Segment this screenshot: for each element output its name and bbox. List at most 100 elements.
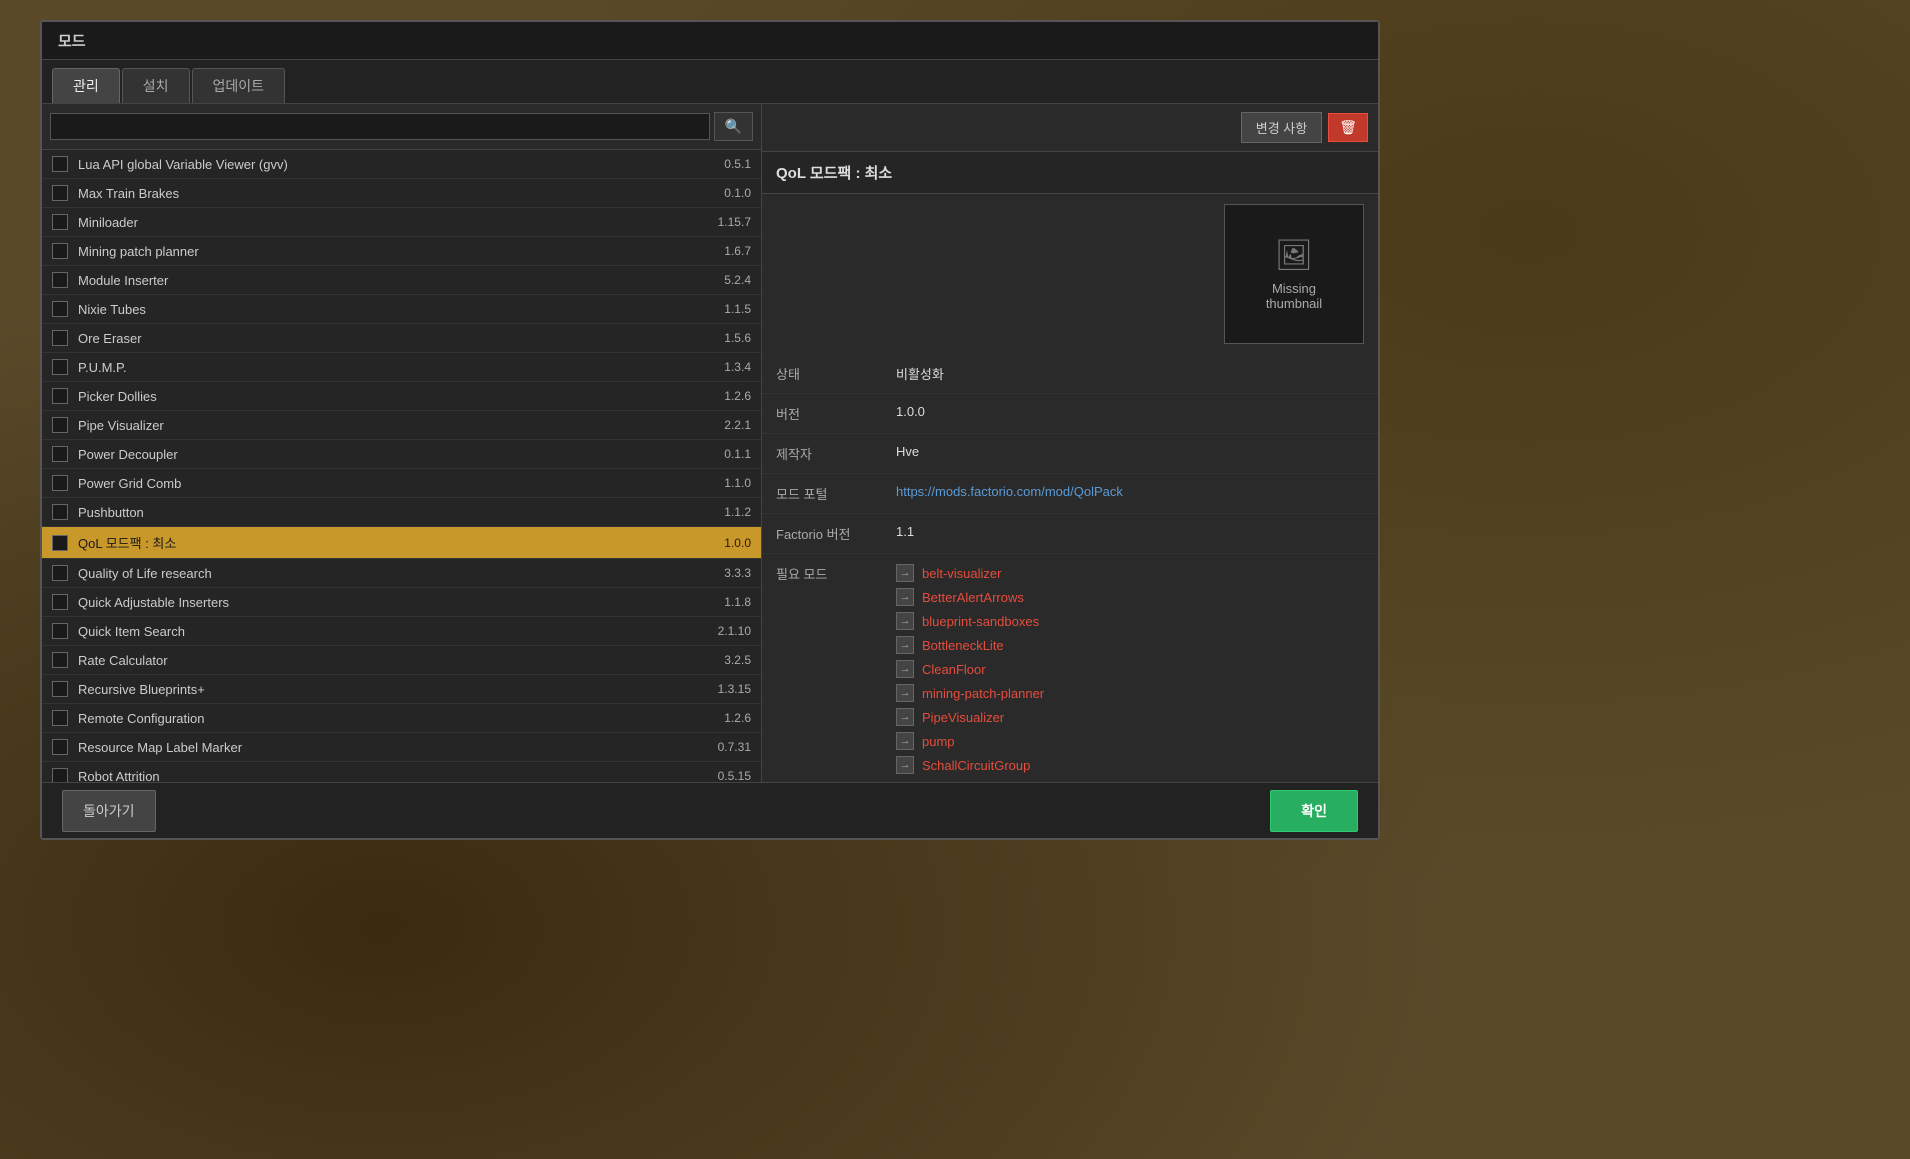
mod-name: Rate Calculator bbox=[78, 653, 714, 668]
mod-name: Quick Item Search bbox=[78, 624, 708, 639]
mod-checkbox[interactable] bbox=[52, 565, 68, 581]
dep-arrow-icon: → bbox=[896, 708, 914, 726]
mod-checkbox[interactable] bbox=[52, 359, 68, 375]
mod-name: Quick Adjustable Inserters bbox=[78, 595, 714, 610]
tab-manage[interactable]: 관리 bbox=[52, 68, 120, 103]
mod-checkbox[interactable] bbox=[52, 417, 68, 433]
mod-checkbox[interactable] bbox=[52, 681, 68, 697]
mod-list-item[interactable]: Rate Calculator 3.2.5 bbox=[42, 646, 761, 675]
mod-version: 1.1.5 bbox=[724, 302, 751, 316]
mod-name: Ore Eraser bbox=[78, 331, 714, 346]
detail-label: 상태 bbox=[762, 354, 882, 394]
right-toolbar: 변경 사항 🗑 bbox=[762, 104, 1378, 152]
detail-row: 버전1.0.0 bbox=[762, 394, 1378, 434]
tab-install[interactable]: 설치 bbox=[122, 68, 190, 103]
mod-list-item[interactable]: Quick Adjustable Inserters1.1.8 bbox=[42, 588, 761, 617]
mod-name: Remote Configuration bbox=[78, 711, 714, 726]
confirm-button[interactable]: 확인 bbox=[1270, 790, 1358, 832]
mod-list-item[interactable]: Recursive Blueprints+1.3.15 bbox=[42, 675, 761, 704]
mod-list-item[interactable]: Nixie Tubes1.1.5 bbox=[42, 295, 761, 324]
dep-item: →mining-patch-planner bbox=[896, 684, 1364, 702]
search-button[interactable]: 🔍 bbox=[714, 112, 753, 141]
mod-list-item[interactable]: Miniloader1.15.7 bbox=[42, 208, 761, 237]
dep-item: →belt-visualizer bbox=[896, 564, 1364, 582]
delete-button[interactable]: 🗑 bbox=[1328, 113, 1368, 142]
mod-checkbox[interactable] bbox=[52, 388, 68, 404]
dep-arrow-icon: → bbox=[896, 732, 914, 750]
detail-value: Hve bbox=[882, 434, 1378, 474]
dep-name: PipeVisualizer bbox=[922, 710, 1004, 725]
mod-checkbox[interactable] bbox=[52, 739, 68, 755]
dep-name: SchallCircuitGroup bbox=[922, 758, 1030, 773]
mod-checkbox[interactable] bbox=[52, 594, 68, 610]
mod-version: 1.5.6 bbox=[724, 331, 751, 345]
mod-list-item[interactable]: Power Decoupler0.1.1 bbox=[42, 440, 761, 469]
dep-item: →blueprint-sandboxes bbox=[896, 612, 1364, 630]
back-button[interactable]: 돌아가기 bbox=[62, 790, 156, 832]
mod-checkbox[interactable] bbox=[52, 214, 68, 230]
mod-list-item[interactable]: QoL 모드팩 : 최소1.0.0 bbox=[42, 527, 761, 559]
dep-arrow-icon: → bbox=[896, 588, 914, 606]
mod-detail-title: QoL 모드팩 : 최소 bbox=[762, 152, 1378, 194]
detail-row: 필요 모드→belt-visualizer→BetterAlertArrows→… bbox=[762, 554, 1378, 791]
mod-list-item[interactable]: Pushbutton1.1.2 bbox=[42, 498, 761, 527]
mod-version: 0.7.31 bbox=[718, 740, 751, 754]
mod-list-item[interactable]: Module Inserter 5.2.4 bbox=[42, 266, 761, 295]
mod-list-item[interactable]: Picker Dollies1.2.6 bbox=[42, 382, 761, 411]
mod-list-item[interactable]: Mining patch planner1.6.7 bbox=[42, 237, 761, 266]
mod-list-item[interactable]: Resource Map Label Marker0.7.31 bbox=[42, 733, 761, 762]
detail-link[interactable]: https://mods.factorio.com/mod/QolPack bbox=[896, 484, 1123, 499]
mod-name: P.U.M.P. bbox=[78, 360, 714, 375]
mod-list-item[interactable]: Max Train Brakes0.1.0 bbox=[42, 179, 761, 208]
mod-checkbox[interactable] bbox=[52, 535, 68, 551]
mod-list: Lua API global Variable Viewer (gvv) 0.5.… bbox=[42, 150, 761, 820]
mod-checkbox[interactable] bbox=[52, 243, 68, 259]
mod-checkbox[interactable] bbox=[52, 156, 68, 172]
mod-checkbox[interactable] bbox=[52, 623, 68, 639]
mod-list-item[interactable]: Quality of Life research3.3.3 bbox=[42, 559, 761, 588]
mod-checkbox[interactable] bbox=[52, 272, 68, 288]
mod-version: 5.2.4 bbox=[724, 273, 751, 287]
mod-version: 1.3.15 bbox=[718, 682, 751, 696]
detail-label: 필요 모드 bbox=[762, 554, 882, 791]
detail-value: 비활성화 bbox=[882, 354, 1378, 394]
detail-table: 상태비활성화버전1.0.0제작자Hve모드 포털https://mods.fac… bbox=[762, 354, 1378, 791]
mod-checkbox[interactable] bbox=[52, 710, 68, 726]
mod-name: Module Inserter bbox=[78, 273, 714, 288]
mod-list-item[interactable]: Lua API global Variable Viewer (gvv) 0.5.… bbox=[42, 150, 761, 179]
tab-update[interactable]: 업데이트 bbox=[192, 68, 286, 103]
mod-list-item[interactable]: Power Grid Comb1.1.0 bbox=[42, 469, 761, 498]
detail-label: 버전 bbox=[762, 394, 882, 434]
mod-checkbox[interactable] bbox=[52, 504, 68, 520]
mod-list-item[interactable]: Pipe Visualizer2.2.1 bbox=[42, 411, 761, 440]
mod-list-item[interactable]: P.U.M.P.1.3.4 bbox=[42, 353, 761, 382]
dep-item: →SchallCircuitGroup bbox=[896, 756, 1364, 774]
mod-version: 0.1.1 bbox=[724, 447, 751, 461]
mod-version: 0.1.0 bbox=[724, 186, 751, 200]
mod-list-item[interactable]: Ore Eraser 1.5.6 bbox=[42, 324, 761, 353]
main-content: 🔍 Lua API global Variable Viewer (gvv) 0.… bbox=[42, 104, 1378, 820]
dep-name: belt-visualizer bbox=[922, 566, 1001, 581]
change-button[interactable]: 변경 사항 bbox=[1241, 112, 1322, 143]
mod-checkbox[interactable] bbox=[52, 185, 68, 201]
mod-version: 0.5.1 bbox=[724, 157, 751, 171]
mod-list-item[interactable]: Quick Item Search2.1.10 bbox=[42, 617, 761, 646]
mod-checkbox[interactable] bbox=[52, 330, 68, 346]
mod-list-item[interactable]: Remote Configuration1.2.6 bbox=[42, 704, 761, 733]
mod-checkbox[interactable] bbox=[52, 652, 68, 668]
mod-version: 3.2.5 bbox=[724, 653, 751, 667]
mod-checkbox[interactable] bbox=[52, 301, 68, 317]
mod-checkbox[interactable] bbox=[52, 446, 68, 462]
dep-item: →BetterAlertArrows bbox=[896, 588, 1364, 606]
detail-value: https://mods.factorio.com/mod/QolPack bbox=[882, 474, 1378, 514]
mod-name: Lua API global Variable Viewer (gvv) bbox=[78, 157, 714, 172]
mod-version: 2.2.1 bbox=[724, 418, 751, 432]
detail-row: 제작자Hve bbox=[762, 434, 1378, 474]
mod-checkbox[interactable] bbox=[52, 475, 68, 491]
search-input[interactable] bbox=[50, 113, 710, 140]
thumbnail-row: 🖼 Missingthumbnail bbox=[762, 194, 1378, 354]
mod-version: 0.5.15 bbox=[718, 769, 751, 783]
mod-version: 1.6.7 bbox=[724, 244, 751, 258]
thumbnail-text: Missingthumbnail bbox=[1266, 281, 1322, 311]
dep-arrow-icon: → bbox=[896, 660, 914, 678]
